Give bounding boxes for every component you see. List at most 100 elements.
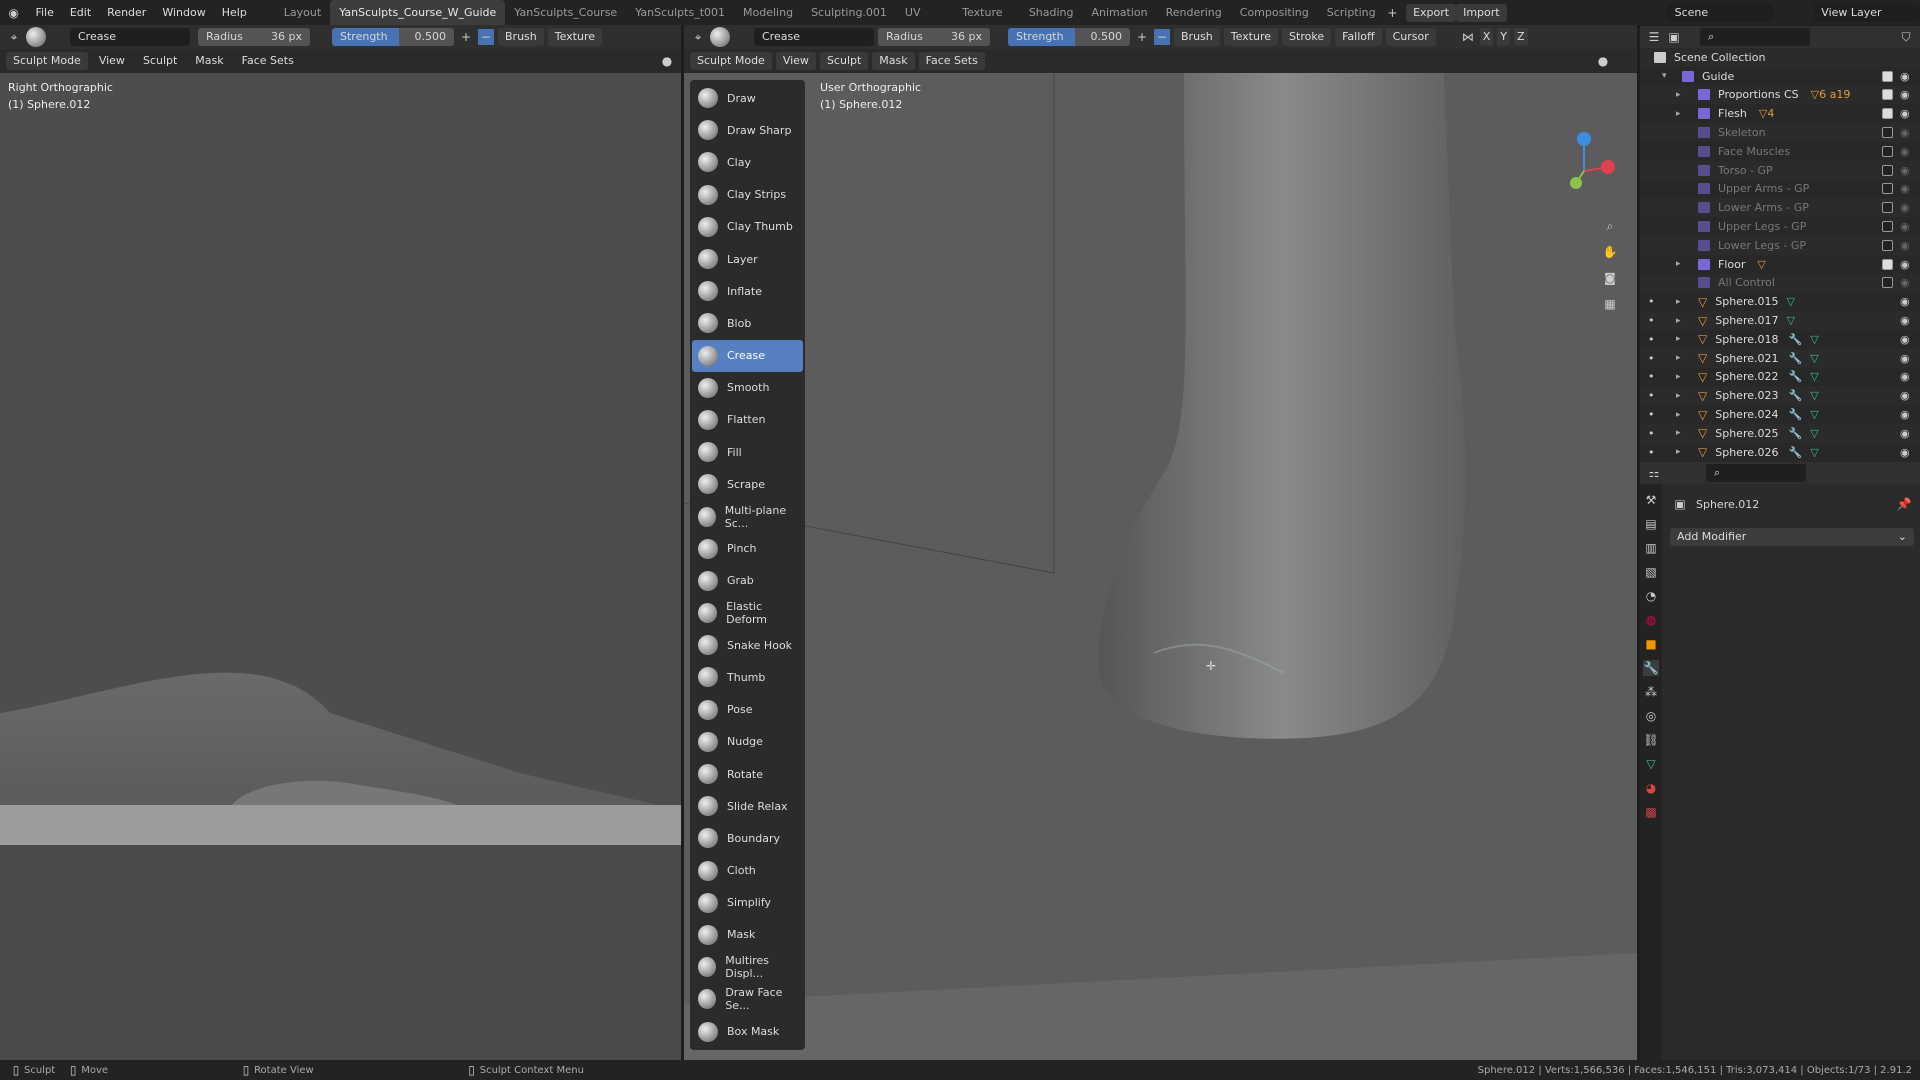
tool-pinch[interactable]: Pinch	[692, 533, 803, 565]
constraints-tab-icon[interactable]: ⛓	[1643, 732, 1659, 748]
tool-tab-icon[interactable]: ⚒	[1643, 492, 1659, 508]
tab-workspace[interactable]: Layout	[275, 0, 330, 25]
cursor-menu[interactable]: Cursor	[1385, 28, 1436, 46]
tab-workspace[interactable]: Rendering	[1157, 0, 1231, 25]
outliner-row[interactable]: Upper Legs - GP ◉	[1640, 217, 1920, 236]
subtract-icon[interactable]: −	[478, 29, 494, 45]
outliner-search-input[interactable]: ⌕	[1700, 28, 1810, 46]
view-layer-tab-icon[interactable]: ▧	[1643, 564, 1659, 580]
tool-slide-relax[interactable]: Slide Relax	[692, 790, 803, 822]
eye-icon[interactable]: ◉	[1900, 446, 1910, 459]
object-tab-icon[interactable]: ■	[1643, 636, 1659, 652]
tool-inflate[interactable]: Inflate	[692, 275, 803, 307]
exclude-checkbox[interactable]	[1882, 108, 1893, 120]
radius-slider[interactable]: Radius 36 px	[878, 28, 990, 46]
expand-arrow-icon[interactable]: ▸	[1676, 259, 1681, 269]
mesh-data-icon[interactable]: ▽	[1810, 427, 1818, 440]
eye-icon[interactable]: ◉	[1900, 239, 1910, 252]
material-tab-icon[interactable]: ◕	[1643, 780, 1659, 796]
tool-cloth[interactable]: Cloth	[692, 855, 803, 887]
scene-selector[interactable]: Scene	[1666, 3, 1774, 22]
tab-workspace[interactable]: YanSculpts_t001	[626, 0, 734, 25]
mesh-data-icon[interactable]: ▽	[1810, 333, 1818, 346]
expand-arrow-icon[interactable]: ▸	[1676, 334, 1681, 344]
render-tab-icon[interactable]: ▤	[1643, 516, 1659, 532]
exclude-checkbox[interactable]	[1882, 221, 1893, 233]
outliner-row[interactable]: • ▸ ▽ Sphere.018 🔧 ▽ ◉	[1640, 330, 1920, 349]
expand-arrow-icon[interactable]: ▸	[1676, 90, 1681, 100]
shading-solid-icon[interactable]: ●	[1595, 53, 1611, 69]
exclude-checkbox[interactable]	[1882, 127, 1893, 139]
eye-icon[interactable]: ◉	[1900, 107, 1910, 120]
mode-selector[interactable]: Sculpt Mode	[690, 52, 772, 70]
world-tab-icon[interactable]: ◍	[1643, 612, 1659, 628]
axis-z-toggle[interactable]: Z	[1514, 28, 1528, 46]
expand-arrow-icon[interactable]: ▸	[1676, 447, 1681, 457]
add-icon[interactable]: +	[458, 29, 474, 45]
outliner-row[interactable]: • ▸ ▽ Sphere.021 🔧 ▽ ◉	[1640, 348, 1920, 368]
mask-menu[interactable]: Mask	[872, 52, 915, 70]
brush-name-field[interactable]: Crease	[754, 28, 874, 46]
menu-help[interactable]: Help	[214, 6, 255, 19]
outliner-row[interactable]: • ▸ ▽ Sphere.015 ▽ ◉	[1640, 292, 1920, 311]
outliner-row[interactable]: ▾ Guide ◉	[1640, 67, 1920, 86]
view-menu[interactable]: View	[92, 52, 132, 70]
tool-clay-strips[interactable]: Clay Strips	[692, 179, 803, 211]
grid-icon[interactable]: ▦	[1602, 296, 1618, 312]
particles-tab-icon[interactable]: ⁂	[1643, 684, 1659, 700]
modifier-wrench-icon[interactable]: 🔧	[1788, 352, 1802, 365]
tab-workspace[interactable]: Texture Paint	[953, 0, 1020, 44]
add-icon[interactable]: +	[1134, 29, 1150, 45]
eye-icon[interactable]: ◉	[1900, 201, 1910, 214]
eye-icon[interactable]: ◉	[1900, 164, 1910, 177]
exclude-checkbox[interactable]	[1882, 145, 1893, 157]
tool-elastic-deform[interactable]: Elastic Deform	[692, 597, 803, 629]
mesh-data-icon[interactable]: ▽	[1810, 408, 1818, 421]
outliner-row[interactable]: • ▸ ▽ Sphere.017 ▽ ◉	[1640, 311, 1920, 330]
pan-hand-icon[interactable]: ✋	[1602, 244, 1618, 260]
display-mode-icon[interactable]: ☰	[1646, 29, 1662, 45]
eye-icon[interactable]: ◉	[1900, 258, 1910, 271]
eye-icon[interactable]: ◉	[1900, 370, 1910, 383]
tool-grab[interactable]: Grab	[692, 565, 803, 597]
exclude-checkbox[interactable]	[1882, 277, 1893, 289]
eye-icon[interactable]: ◉	[1900, 333, 1910, 346]
pin-icon[interactable]: 📌	[1896, 496, 1912, 512]
tool-snake-hook[interactable]: Snake Hook	[692, 629, 803, 661]
axis-x-toggle[interactable]: X	[1479, 28, 1494, 46]
eye-icon[interactable]: ◉	[1900, 276, 1910, 289]
tool-scrape[interactable]: Scrape	[692, 468, 803, 500]
outliner-row[interactable]: ▸ Floor ▽ ◉	[1640, 255, 1920, 274]
eye-icon[interactable]: ◉	[1900, 408, 1910, 421]
outliner-row[interactable]: • ▸ ▽ Sphere.025 🔧 ▽ ◉	[1640, 423, 1920, 443]
modifier-tab-icon[interactable]: 🔧	[1643, 660, 1659, 676]
modifier-wrench-icon[interactable]: 🔧	[1788, 446, 1802, 459]
outliner-row[interactable]: All Control ◉	[1640, 273, 1920, 293]
shading-solid-icon[interactable]: ●	[659, 53, 675, 69]
tab-workspace[interactable]: Shading	[1020, 0, 1083, 25]
tool-crease[interactable]: Crease	[692, 339, 803, 372]
tab-workspace[interactable]: Scripting	[1318, 0, 1385, 25]
expand-arrow-icon[interactable]: ▸	[1676, 428, 1681, 438]
tool-rotate[interactable]: Rotate	[692, 758, 803, 790]
outliner-row[interactable]: Torso - GP ◉	[1640, 160, 1920, 180]
mesh-data-icon[interactable]: ▽	[1810, 389, 1818, 402]
tab-workspace[interactable]: UV Editing	[896, 0, 953, 44]
exclude-checkbox[interactable]	[1882, 89, 1893, 101]
expand-arrow-icon[interactable]: ▸	[1676, 316, 1681, 326]
stroke-menu[interactable]: Stroke	[1282, 28, 1332, 46]
eye-icon[interactable]: ◉	[1900, 220, 1910, 233]
editor-type-icon[interactable]: ⌖	[6, 29, 22, 45]
tool-clay-thumb[interactable]: Clay Thumb	[692, 211, 803, 243]
mesh-data-icon[interactable]: ▽	[1810, 370, 1818, 383]
mask-menu[interactable]: Mask	[188, 52, 230, 70]
scene-tab-icon[interactable]: ◔	[1643, 588, 1659, 604]
outliner-row[interactable]: Lower Arms - GP ◉	[1640, 198, 1920, 218]
filter-view-icon[interactable]: ▣	[1666, 29, 1682, 45]
expand-arrow-icon[interactable]: ▸	[1676, 353, 1681, 363]
menu-file[interactable]: File	[27, 6, 61, 19]
expand-arrow-icon[interactable]: ▸	[1676, 109, 1681, 119]
editor-type-icon[interactable]: ⌖	[690, 29, 706, 45]
eye-icon[interactable]: ◉	[1900, 182, 1910, 195]
modifier-wrench-icon[interactable]: 🔧	[1788, 333, 1802, 346]
